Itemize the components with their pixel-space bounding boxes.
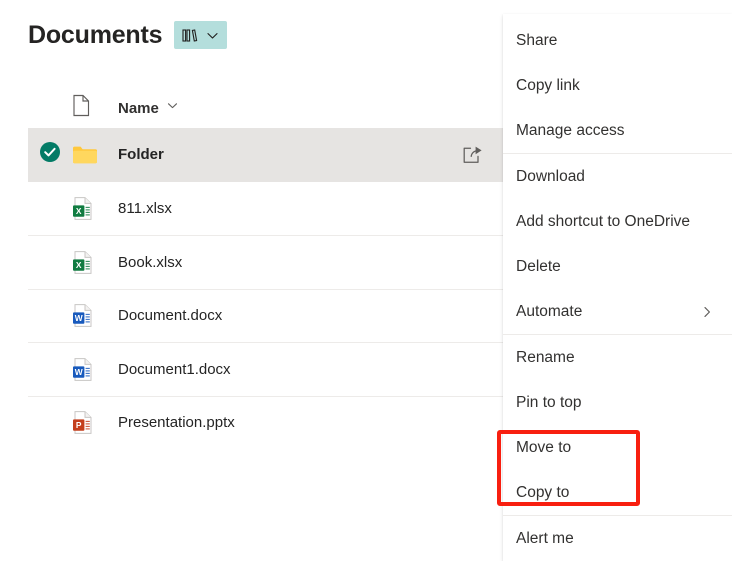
page-header: Documents xyxy=(28,18,227,52)
excel-file-icon: X xyxy=(72,196,118,221)
menu-item-copy-to[interactable]: Copy to xyxy=(503,470,732,515)
menu-item-copy-link[interactable]: Copy link xyxy=(503,63,732,108)
menu-item-label: Copy link xyxy=(516,77,720,95)
context-menu: Share Copy link Manage access Download Add s… xyxy=(503,14,732,561)
menu-item-label: Delete xyxy=(516,258,720,276)
svg-text:X: X xyxy=(76,260,82,270)
file-type-column-header[interactable] xyxy=(72,94,118,122)
menu-item-pin-to-top[interactable]: Pin to top xyxy=(503,380,732,425)
svg-text:X: X xyxy=(76,206,82,216)
menu-item-label: Automate xyxy=(516,303,700,321)
menu-item-label: Manage access xyxy=(516,122,720,140)
file-type-column-icon xyxy=(72,94,91,122)
menu-item-label: Add shortcut to OneDrive xyxy=(516,213,720,231)
powerpoint-file-icon: P xyxy=(72,410,118,435)
chevron-down-icon xyxy=(205,28,220,43)
menu-item-add-shortcut-to-onedrive[interactable]: Add shortcut to OneDrive xyxy=(503,199,732,244)
word-file-icon: W xyxy=(72,357,118,382)
svg-text:W: W xyxy=(75,313,83,323)
page-title: Documents xyxy=(28,18,162,52)
menu-item-download[interactable]: Download xyxy=(503,154,732,199)
menu-item-alert-me[interactable]: Alert me xyxy=(503,516,732,561)
menu-item-label: Pin to top xyxy=(516,394,720,412)
name-column-label: Name xyxy=(118,100,159,117)
menu-item-label: Share xyxy=(516,32,720,50)
chevron-down-icon xyxy=(166,99,179,117)
menu-item-label: Alert me xyxy=(516,530,720,548)
menu-item-label: Copy to xyxy=(516,484,720,502)
folder-file-icon xyxy=(72,144,118,165)
excel-file-icon: X xyxy=(72,250,118,275)
menu-item-delete[interactable]: Delete xyxy=(503,244,732,289)
menu-item-label: Rename xyxy=(516,349,720,367)
menu-item-rename[interactable]: Rename xyxy=(503,335,732,380)
library-books-icon xyxy=(182,28,200,43)
menu-item-label: Move to xyxy=(516,439,720,457)
menu-item-label: Download xyxy=(516,168,720,186)
checkmark-circle-icon xyxy=(39,141,61,168)
word-file-icon: W xyxy=(72,303,118,328)
menu-item-manage-access[interactable]: Manage access xyxy=(503,108,732,153)
menu-item-automate[interactable]: Automate xyxy=(503,289,732,334)
chevron-right-icon xyxy=(700,305,714,319)
share-icon[interactable] xyxy=(462,144,484,166)
svg-text:P: P xyxy=(76,420,82,430)
svg-text:W: W xyxy=(75,367,83,377)
menu-item-move-to[interactable]: Move to xyxy=(503,425,732,470)
row-checkbox-checked[interactable] xyxy=(28,141,72,168)
library-switch-badge[interactable] xyxy=(174,21,227,49)
menu-item-share[interactable]: Share xyxy=(503,18,732,63)
